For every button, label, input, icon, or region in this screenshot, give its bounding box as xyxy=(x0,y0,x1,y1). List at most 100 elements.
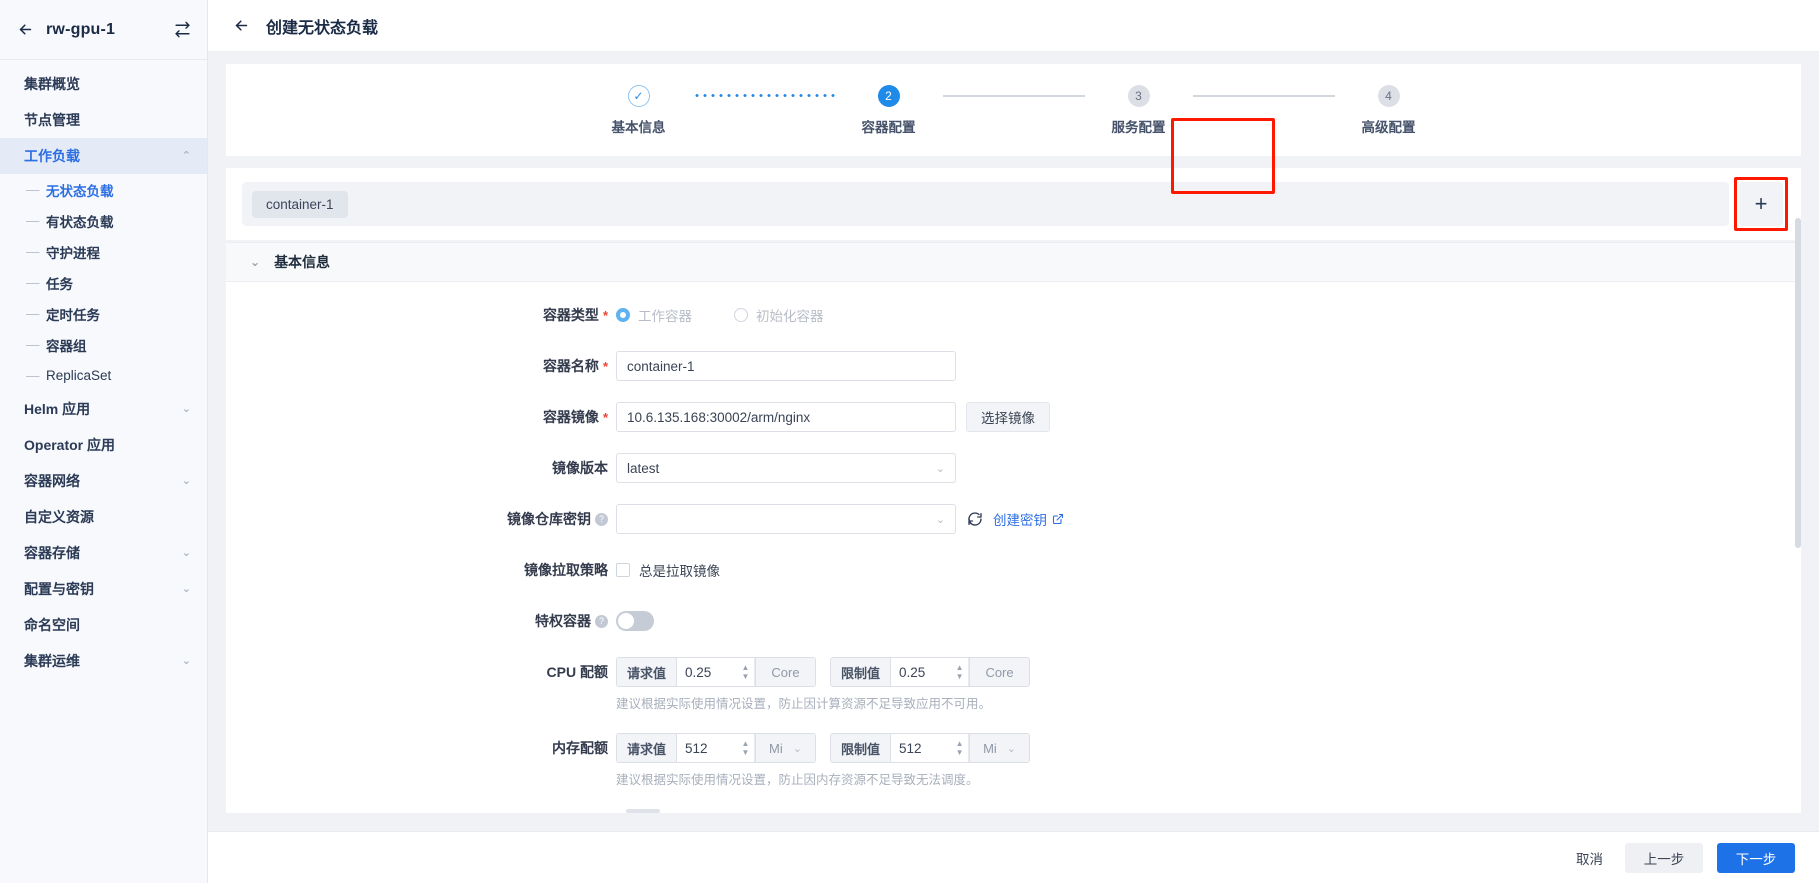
sidebar-item-daemonset[interactable]: — 守护进程 xyxy=(0,236,207,267)
radio-label: 工作容器 xyxy=(638,309,692,324)
sidebar-item-custom-resources[interactable]: 自定义资源 xyxy=(0,499,207,535)
refresh-icon[interactable] xyxy=(966,511,983,528)
memory-request-input[interactable]: 512 xyxy=(677,734,738,762)
sidebar-item-cluster-overview[interactable]: 集群概览 xyxy=(0,66,207,102)
sidebar-subitem-label: 容器组 xyxy=(46,338,87,354)
next-step-button[interactable]: 下一步 xyxy=(1717,842,1795,873)
sidebar-item-operator-apps[interactable]: Operator 应用 xyxy=(0,427,207,463)
sidebar-item-statefulset[interactable]: — 有状态负载 xyxy=(0,205,207,236)
sidebar-item-cronjob[interactable]: — 定时任务 xyxy=(0,298,207,329)
always-pull-checkbox[interactable]: 总是拉取镜像 xyxy=(616,555,1801,585)
cpu-request-input[interactable]: 0.25 xyxy=(677,658,738,686)
container-name-input[interactable]: container-1 xyxy=(616,351,956,381)
memory-request-unit-select[interactable]: Mi ⌄ xyxy=(755,734,816,762)
field-label: 镜像版本 xyxy=(226,453,616,483)
toggle-knob xyxy=(618,613,634,629)
sidebar-item-label: 自定义资源 xyxy=(24,509,94,525)
cpu-limit-stepper[interactable]: ▲ ▼ xyxy=(951,658,970,686)
memory-limit-input[interactable]: 512 xyxy=(891,734,952,762)
question-mark-icon[interactable]: ? xyxy=(595,614,608,628)
content-scrollbar[interactable] xyxy=(1795,218,1801,776)
label-text: 容器镜像 xyxy=(542,409,599,425)
radio-init-container[interactable]: 初始化容器 xyxy=(734,305,824,325)
external-link-icon xyxy=(1052,513,1064,525)
sidebar-item-pods[interactable]: — 容器组 xyxy=(0,329,207,360)
plus-icon: + xyxy=(1754,191,1768,216)
privileged-toggle[interactable] xyxy=(616,611,654,631)
sidebar-item-workloads[interactable]: 工作负载 ⌃ xyxy=(0,138,207,174)
sidebar: rw-gpu-1 集群概览 节点管理 工作负载 ⌃ — 无状态负载 — 有状态负载 … xyxy=(0,0,208,883)
sidebar-item-config-secrets[interactable]: 配置与密钥 ⌄ xyxy=(0,571,207,607)
label-text: 镜像拉取策略 xyxy=(524,562,608,578)
sidebar-item-helm-apps[interactable]: Helm 应用 ⌄ xyxy=(0,391,207,427)
arrow-left-icon[interactable] xyxy=(16,21,34,39)
step-label-2: 容器配置 xyxy=(861,119,916,135)
add-container-button[interactable]: + xyxy=(1739,182,1783,226)
cpu-request-unit: Core xyxy=(755,658,816,686)
prev-step-button[interactable]: 上一步 xyxy=(1625,842,1703,873)
cancel-button[interactable]: 取消 xyxy=(1568,848,1611,868)
sidebar-subitem-label: ReplicaSet xyxy=(46,368,112,383)
sidebar-item-deployment[interactable]: — 无状态负载 xyxy=(0,174,207,205)
field-label: CPU 配额 xyxy=(226,657,616,687)
step-connector-3 xyxy=(1192,85,1335,107)
question-mark-icon[interactable]: ? xyxy=(595,512,608,526)
dash-icon: — xyxy=(26,337,40,352)
scrollbar-thumb[interactable] xyxy=(1795,218,1801,548)
select-image-button[interactable]: 选择镜像 xyxy=(966,402,1050,432)
label-text: 特权容器 xyxy=(535,613,591,629)
switch-cluster-icon[interactable] xyxy=(173,21,191,39)
chevron-down-icon: ⌄ xyxy=(792,742,802,755)
image-version-select[interactable]: latest ⌄ xyxy=(616,453,956,483)
step-basic-info[interactable]: ✓ 基本信息 xyxy=(585,84,693,136)
field-image-pull-policy: 镜像拉取策略 总是拉取镜像 xyxy=(226,555,1801,585)
container-image-input[interactable]: 10.6.135.168:30002/arm/nginx xyxy=(616,402,956,432)
sidebar-nav: 集群概览 节点管理 工作负载 ⌃ — 无状态负载 — 有状态负载 — 守护进程 — 任务… xyxy=(0,60,207,679)
create-secret-link[interactable]: 创建密钥 xyxy=(993,509,1064,529)
cpu-limit-input[interactable]: 0.25 xyxy=(891,658,952,686)
memory-limit-stepper[interactable]: ▲ ▼ xyxy=(951,734,970,762)
field-label: 镜像拉取策略 xyxy=(226,555,616,585)
registry-secret-select[interactable]: ⌄ xyxy=(616,504,956,534)
link-label: 创建密钥 xyxy=(993,513,1047,528)
sidebar-item-label: 集群概览 xyxy=(24,76,80,92)
sidebar-item-namespace[interactable]: 命名空间 xyxy=(0,607,207,643)
step-advanced-config[interactable]: 4 高级配置 xyxy=(1335,84,1443,136)
sidebar-item-container-network[interactable]: 容器网络 ⌄ xyxy=(0,463,207,499)
unit-value: Mi xyxy=(983,740,997,756)
field-cpu-quota: CPU 配额 请求值 0.25 ▲ ▼ Core 限制值 0.25 ▲ ▼ Co… xyxy=(226,657,1801,712)
field-container-type: 容器类型 * 工作容器 初始化容器 xyxy=(226,300,1801,330)
container-tab-container-1[interactable]: container-1 xyxy=(252,190,348,218)
main-area: 创建无状态负载 ✓ 基本信息 2 容器配置 3 服务配置 4 高级配置 cont… xyxy=(208,0,1819,883)
sidebar-subitem-label: 守护进程 xyxy=(46,245,100,261)
cpu-request-stepper[interactable]: ▲ ▼ xyxy=(737,658,756,686)
required-marker: * xyxy=(602,409,608,425)
field-container-name: 容器名称 * container-1 xyxy=(226,351,1801,381)
step-service-config[interactable]: 3 服务配置 xyxy=(1085,84,1193,136)
cpu-limit-group: 限制值 0.25 ▲ ▼ Core xyxy=(830,657,1031,687)
memory-request-group: 请求值 512 ▲ ▼ Mi ⌄ xyxy=(616,733,817,763)
sidebar-item-replicaset[interactable]: — ReplicaSet xyxy=(0,360,207,391)
chevron-down-icon: ⌄ xyxy=(181,474,191,487)
step-connector-1 xyxy=(692,85,835,107)
label-text: CPU 配额 xyxy=(546,664,608,680)
sidebar-item-container-storage[interactable]: 容器存储 ⌄ xyxy=(0,535,207,571)
label-text: 内存配额 xyxy=(552,740,608,756)
step-container-config[interactable]: 2 容器配置 xyxy=(835,84,943,136)
radio-worker-container[interactable]: 工作容器 xyxy=(616,305,692,325)
step-indicator: ✓ 基本信息 2 容器配置 3 服务配置 4 高级配置 xyxy=(226,64,1801,156)
cpu-limit-unit: Core xyxy=(969,658,1030,686)
step-badge-1: ✓ xyxy=(627,84,650,107)
chevron-down-icon[interactable]: ⌄ xyxy=(250,255,260,269)
sidebar-item-label: 容器存储 xyxy=(24,545,80,561)
dash-icon: — xyxy=(26,368,40,383)
memory-limit-unit-select[interactable]: Mi ⌄ xyxy=(969,734,1030,762)
memory-request-stepper[interactable]: ▲ ▼ xyxy=(737,734,756,762)
sidebar-item-node-management[interactable]: 节点管理 xyxy=(0,102,207,138)
dash-icon: — xyxy=(26,213,40,228)
sidebar-item-job[interactable]: — 任务 xyxy=(0,267,207,298)
arrow-left-icon[interactable] xyxy=(232,17,250,35)
sidebar-item-cluster-ops[interactable]: 集群运维 ⌄ xyxy=(0,643,207,679)
step-label-4: 高级配置 xyxy=(1361,119,1416,135)
section-header-basic-info[interactable]: ⌄ 基本信息 xyxy=(226,242,1801,282)
